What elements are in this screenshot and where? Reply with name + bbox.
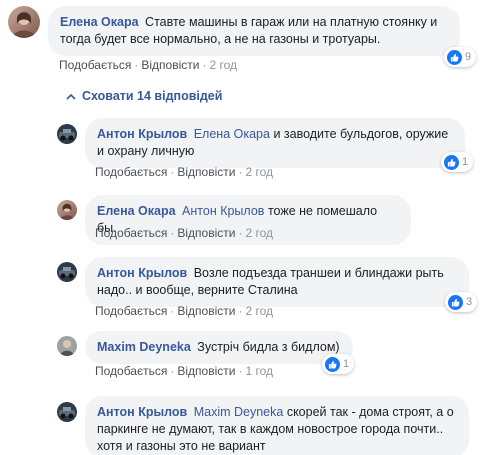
comment-mention[interactable]: Елена Окара	[194, 127, 270, 141]
separator: ·	[202, 58, 207, 72]
separator: ·	[170, 364, 175, 378]
comment-bubble: Антон Крылов Возле подъезда траншеи и бл…	[85, 257, 469, 307]
like-link[interactable]: Подобається	[95, 364, 167, 378]
separator: ·	[238, 226, 243, 240]
comment-mention[interactable]: Антон Крылов	[182, 204, 264, 218]
avatar[interactable]	[57, 402, 77, 422]
avatar-photo	[59, 407, 75, 419]
comment-actions: Подобається · Відповісти · 2 год	[59, 58, 237, 72]
like-icon	[325, 356, 340, 372]
reply-link[interactable]: Відповісти	[177, 364, 235, 378]
comment-author[interactable]: Антон Крылов	[97, 266, 187, 280]
hide-replies-link[interactable]: Сховати 14 відповідей	[66, 89, 222, 103]
comment-actions: Подобається · Відповісти · 2 год	[95, 226, 273, 240]
comment-bubble: Антон Крылов Maxim Deyneka скорей так - …	[85, 396, 469, 455]
reply-link[interactable]: Відповісти	[177, 165, 235, 179]
reaction-count[interactable]: 1	[322, 354, 355, 374]
separator: ·	[170, 165, 175, 179]
hide-replies-label: Сховати 14 відповідей	[82, 89, 223, 103]
comment-bubble: Антон Крылов Елена Окара и заводите буль…	[85, 118, 465, 168]
separator: ·	[134, 58, 139, 72]
separator: ·	[170, 304, 175, 318]
comment-time[interactable]: 2 год	[245, 226, 273, 240]
separator: ·	[238, 364, 243, 378]
avatar-photo	[12, 12, 36, 38]
comment-actions: Подобається · Відповісти · 2 год	[95, 304, 273, 318]
chevron-up-icon	[66, 93, 76, 100]
comment-actions: Подобається · Відповісти · 2 год	[95, 165, 273, 179]
comment-author[interactable]: Елена Окара	[60, 15, 139, 29]
avatar-photo	[59, 267, 75, 279]
reaction-number: 3	[466, 296, 473, 308]
comment-time[interactable]: 2 год	[245, 165, 273, 179]
comment-bubble: Maxim Deyneka Зустріч бидла з бидлом)	[85, 331, 353, 364]
like-link[interactable]: Подобається	[95, 226, 167, 240]
avatar[interactable]	[57, 262, 77, 282]
comment-author[interactable]: Елена Окара	[97, 204, 176, 218]
avatar-photo	[60, 340, 74, 356]
comment-actions: Подобається · Відповісти · 1 год	[95, 364, 273, 378]
comment-author[interactable]: Maxim Deyneka	[97, 340, 191, 354]
comment-bubble: Елена Окара Ставте машины в гараж или на…	[48, 6, 460, 56]
separator: ·	[238, 304, 243, 318]
avatar[interactable]	[57, 124, 77, 144]
like-link[interactable]: Подобається	[59, 58, 131, 72]
reaction-count[interactable]: 1	[441, 152, 474, 172]
comment-author[interactable]: Антон Крылов	[97, 127, 187, 141]
avatar-photo	[59, 129, 75, 141]
reply-link[interactable]: Відповісти	[177, 304, 235, 318]
avatar[interactable]	[57, 336, 77, 356]
like-icon	[447, 49, 462, 65]
reply-link[interactable]: Відповісти	[141, 58, 199, 72]
comment-time[interactable]: 2 год	[209, 58, 237, 72]
separator: ·	[238, 165, 243, 179]
avatar[interactable]	[57, 200, 77, 220]
separator: ·	[170, 226, 175, 240]
avatar-photo	[59, 203, 75, 220]
like-icon	[448, 294, 463, 310]
reaction-number: 9	[465, 51, 472, 63]
comment-mention[interactable]: Maxim Deyneka	[194, 405, 284, 419]
comment-text: Зустріч бидла з бидлом)	[197, 340, 340, 354]
reply-link[interactable]: Відповісти	[177, 226, 235, 240]
comment-time[interactable]: 2 год	[245, 304, 273, 318]
reaction-number: 1	[462, 156, 469, 168]
like-icon	[444, 154, 459, 170]
reaction-number: 1	[343, 358, 350, 370]
like-link[interactable]: Подобається	[95, 304, 167, 318]
comment-time[interactable]: 1 год	[245, 364, 273, 378]
like-link[interactable]: Подобається	[95, 165, 167, 179]
avatar[interactable]	[8, 6, 40, 38]
reaction-count[interactable]: 9	[444, 47, 477, 67]
reaction-count[interactable]: 3	[445, 292, 478, 312]
comment-author[interactable]: Антон Крылов	[97, 405, 187, 419]
